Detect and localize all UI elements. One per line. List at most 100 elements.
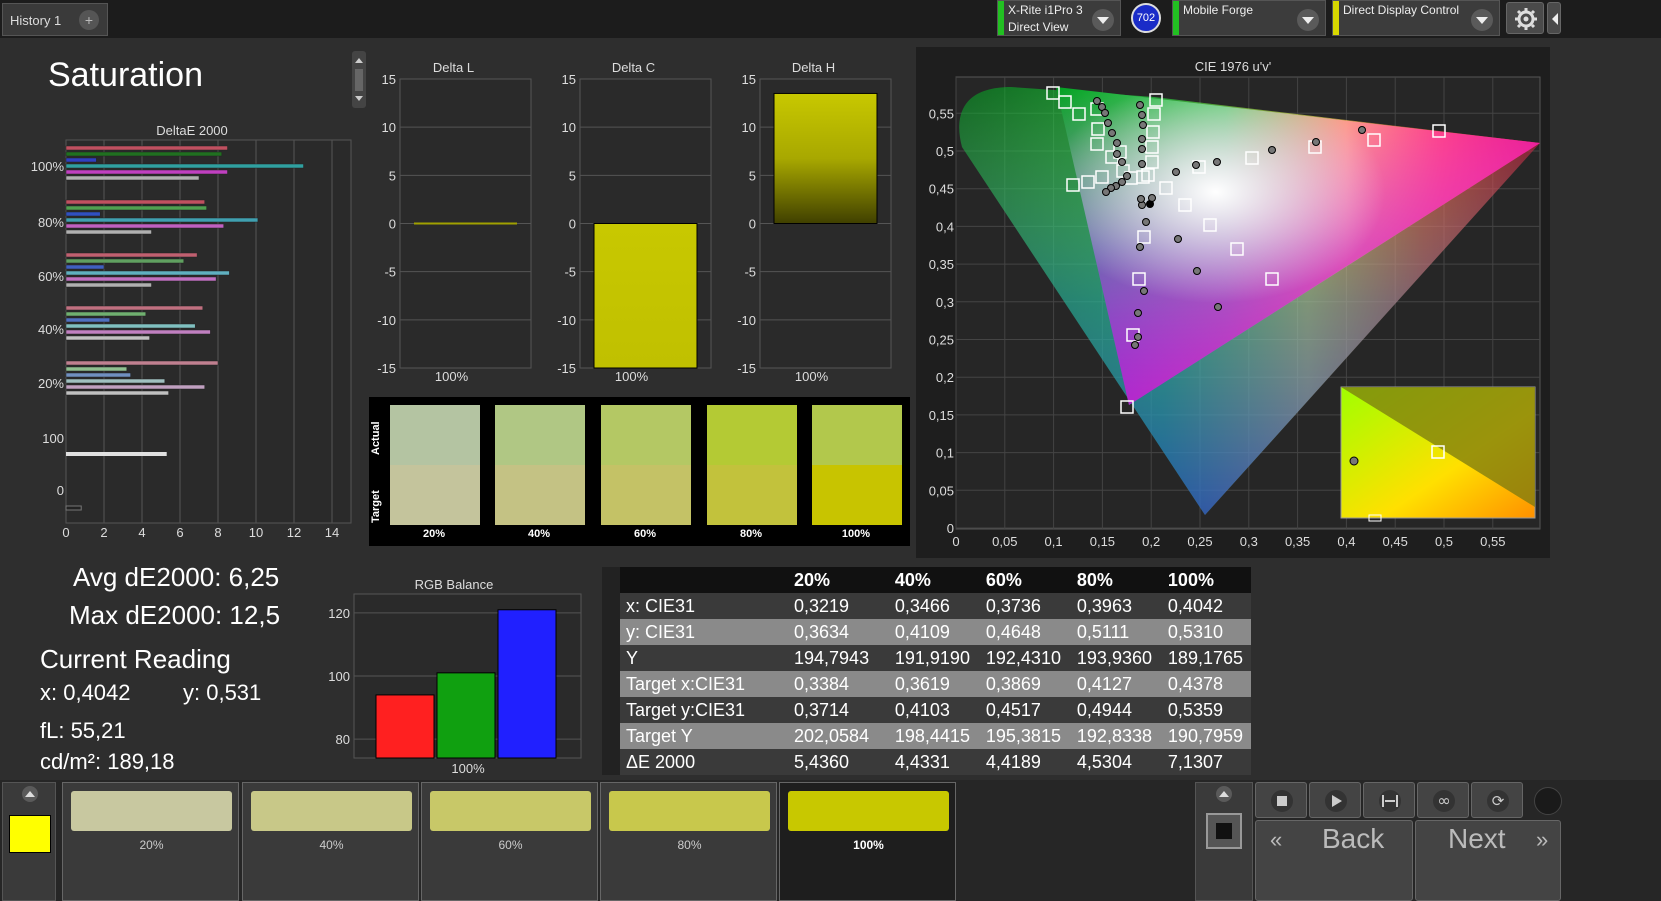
delta-y-tick: -10 bbox=[557, 313, 576, 328]
table-header-row: 20% 40% 60% 80% 100% bbox=[602, 567, 1251, 593]
deltae-y-label: 60% bbox=[38, 269, 64, 284]
patch-selector[interactable]: 100% bbox=[779, 782, 956, 901]
next-button-label: Next bbox=[1448, 823, 1506, 854]
cie-y-tick: 0,25 bbox=[929, 333, 954, 348]
deltae-x-tick: 6 bbox=[176, 525, 183, 540]
table-cell: 0,3714 bbox=[786, 697, 887, 723]
table-cell: 0,3466 bbox=[886, 593, 978, 619]
cie-measured-point bbox=[1140, 287, 1148, 295]
table-cell: 7,1307 bbox=[1159, 749, 1251, 775]
deltae-bar bbox=[65, 157, 97, 163]
deltae-bar bbox=[65, 329, 211, 335]
device-display-control[interactable]: Direct Display Control bbox=[1332, 0, 1500, 36]
patch-selector[interactable]: 40% bbox=[242, 782, 419, 901]
patch-selector[interactable]: 20% bbox=[62, 782, 239, 901]
deltae-bar bbox=[65, 390, 169, 396]
back-button[interactable]: « Back bbox=[1255, 820, 1413, 901]
play-icon bbox=[1325, 790, 1347, 812]
delta-y-tick: -15 bbox=[377, 361, 396, 376]
deltae-chart-title: DeltaE 2000 bbox=[156, 123, 228, 138]
device-mode: Direct View bbox=[1008, 20, 1069, 34]
table-cell: 0,3963 bbox=[1068, 593, 1160, 619]
cie-y-tick: 0,3 bbox=[936, 295, 954, 310]
deltae-x-tick: 10 bbox=[249, 525, 263, 540]
chevron-down-icon[interactable] bbox=[1471, 9, 1493, 31]
stop-button[interactable] bbox=[1255, 782, 1307, 818]
chevron-down-icon[interactable] bbox=[1297, 9, 1319, 31]
deltae-bar bbox=[65, 384, 205, 390]
patch-color bbox=[251, 791, 412, 831]
table-cell: 0,4103 bbox=[886, 697, 978, 723]
chevron-up-icon[interactable] bbox=[1196, 783, 1252, 805]
device-instrument[interactable]: X-Rite i1Pro 3 Direct View bbox=[997, 0, 1121, 36]
cie-measured-point bbox=[1268, 146, 1276, 154]
cie-x-tick: 0,05 bbox=[992, 534, 1017, 549]
swatch-compare-item bbox=[600, 404, 692, 526]
table-cell: 0,4378 bbox=[1159, 671, 1251, 697]
cie-title: CIE 1976 u'v' bbox=[1195, 59, 1272, 74]
continuous-button[interactable]: ∞ bbox=[1417, 782, 1469, 818]
device-pattern-generator[interactable]: Mobile Forge bbox=[1172, 0, 1326, 36]
max-de-label: Max dE2000: 12,5 bbox=[69, 600, 281, 630]
swatch-compare-item bbox=[706, 404, 798, 526]
cie-measured-point bbox=[1101, 109, 1109, 117]
patch-selector[interactable]: 60% bbox=[421, 782, 598, 901]
refresh-button[interactable]: ⟳ bbox=[1471, 782, 1523, 818]
double-chevron-right-icon: » bbox=[1536, 827, 1549, 852]
patch-label: 20% bbox=[139, 838, 164, 852]
cie-measured-point bbox=[1138, 135, 1146, 143]
cie-measured-point bbox=[1113, 150, 1121, 158]
deltae-bar bbox=[65, 378, 166, 384]
deltae-bar bbox=[65, 258, 185, 264]
reading-x: x: 0,4042 bbox=[40, 680, 131, 705]
delta-y-tick: -5 bbox=[744, 265, 756, 280]
deltae-bar bbox=[65, 145, 228, 151]
device-status-bar bbox=[998, 1, 1004, 35]
scrollbar[interactable] bbox=[352, 51, 366, 108]
delta-y-tick: 15 bbox=[562, 72, 576, 87]
reading-y: y: 0,531 bbox=[183, 680, 262, 705]
measurement-table: 20% 40% 60% 80% 100% x: CIE31 0,3219 0,3466 0,37… bbox=[602, 567, 1260, 776]
delta-y-tick: -10 bbox=[737, 313, 756, 328]
patch-color bbox=[788, 791, 949, 831]
table-row: Target x:CIE31 0,3384 0,3619 0,3869 0,4127 0,… bbox=[602, 671, 1251, 697]
cie-y-tick: 0,05 bbox=[929, 483, 954, 498]
actual-swatch bbox=[390, 405, 480, 465]
table-cell: 0,3869 bbox=[977, 671, 1069, 697]
table-cell: 0,4042 bbox=[1159, 593, 1251, 619]
chevron-down-icon[interactable] bbox=[1092, 9, 1114, 31]
history-tab[interactable]: History 1 + bbox=[2, 3, 108, 36]
table-cell: Target y:CIE31 bbox=[602, 697, 786, 723]
fit-button[interactable] bbox=[1363, 782, 1415, 818]
cie-measured-point bbox=[1138, 160, 1146, 168]
cie-y-tick: 0,45 bbox=[929, 182, 954, 197]
table-header: 100% bbox=[1159, 567, 1251, 593]
deltae-bar bbox=[65, 211, 101, 217]
swatch-compare-label: 60% bbox=[633, 528, 657, 540]
table-cell: y: CIE31 bbox=[602, 619, 786, 645]
play-button[interactable] bbox=[1309, 782, 1361, 818]
deltae-bar bbox=[65, 317, 110, 323]
chevron-up-icon[interactable] bbox=[3, 783, 57, 805]
table-header bbox=[602, 567, 786, 593]
delta-x-label: 100% bbox=[615, 369, 649, 384]
table-cell: 190,7959 bbox=[1159, 723, 1251, 749]
settings-button[interactable] bbox=[1506, 2, 1544, 34]
cie-x-tick: 0,4 bbox=[1337, 534, 1355, 549]
delta-x-label: 100% bbox=[795, 369, 829, 384]
patch-selector[interactable]: 80% bbox=[600, 782, 777, 901]
target-swatch bbox=[707, 465, 797, 525]
target-label: Target bbox=[370, 490, 382, 523]
collapse-button[interactable] bbox=[1547, 2, 1561, 34]
fit-icon bbox=[1379, 790, 1401, 812]
stop-measure-button[interactable] bbox=[1206, 813, 1242, 849]
cie-y-tick: 0,15 bbox=[929, 408, 954, 423]
next-button[interactable]: Next » bbox=[1415, 820, 1561, 901]
cie-x-tick: 0,55 bbox=[1480, 534, 1505, 549]
table-row: Y 194,7943 191,9190 192,4310 193,9360 189,176… bbox=[602, 645, 1251, 671]
cie-measured-point bbox=[1108, 129, 1116, 137]
avg-de-label: Avg dE2000: 6,25 bbox=[73, 562, 280, 592]
gear-icon bbox=[1515, 8, 1537, 30]
add-tab-button[interactable]: + bbox=[79, 10, 99, 30]
cie-y-tick: 0,2 bbox=[936, 370, 954, 385]
